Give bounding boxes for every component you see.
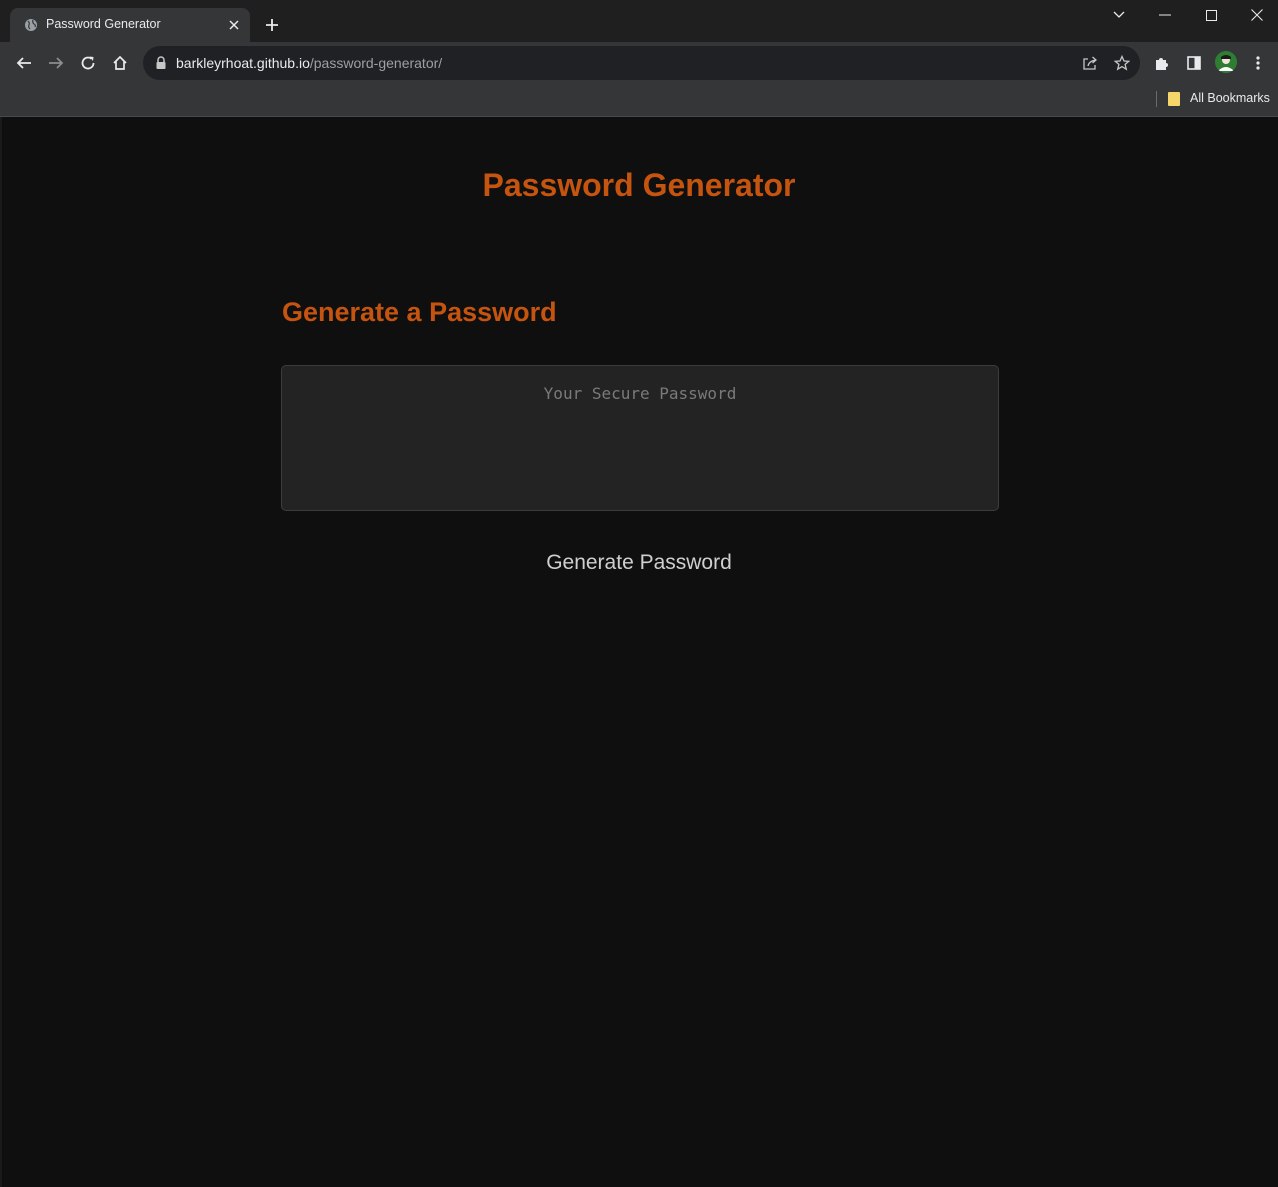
side-panel-icon[interactable] bbox=[1184, 53, 1204, 73]
tab-strip: Password Generator bbox=[0, 0, 1278, 42]
generate-password-button[interactable]: Generate Password bbox=[0, 551, 1278, 575]
page-content: Password Generator Generate a Password G… bbox=[0, 117, 1278, 1187]
forward-arrow-icon[interactable] bbox=[44, 51, 68, 75]
bookmarks-bar: All Bookmarks bbox=[0, 84, 1278, 117]
globe-icon bbox=[24, 18, 38, 32]
browser-toolbar: barkleyrhoat.github.io/password-generato… bbox=[0, 42, 1278, 84]
back-arrow-icon[interactable] bbox=[12, 51, 36, 75]
card-heading: Generate a Password bbox=[282, 297, 557, 327]
tab-search-chevron-down-icon[interactable] bbox=[1104, 4, 1134, 26]
share-icon[interactable] bbox=[1081, 54, 1099, 72]
address-bar[interactable]: barkleyrhoat.github.io/password-generato… bbox=[143, 46, 1140, 80]
extensions-puzzle-icon[interactable] bbox=[1152, 53, 1172, 73]
profile-avatar[interactable] bbox=[1215, 51, 1237, 73]
tab-password-generator[interactable]: Password Generator bbox=[10, 8, 250, 42]
close-window-icon[interactable] bbox=[1242, 4, 1272, 26]
browser-menu-icon[interactable] bbox=[1248, 53, 1268, 73]
minimize-icon[interactable] bbox=[1150, 4, 1180, 26]
window-left-edge bbox=[0, 117, 2, 1187]
browser-window: Password Generator barkleyrhoat.github.i… bbox=[0, 0, 1278, 1187]
new-tab-plus-icon[interactable] bbox=[262, 15, 282, 35]
generate-button-label: Generate Password bbox=[546, 551, 732, 574]
url-text[interactable]: barkleyrhoat.github.io/password-generato… bbox=[176, 55, 442, 71]
bookmarks-separator bbox=[1156, 91, 1157, 107]
close-tab-icon[interactable] bbox=[226, 17, 242, 33]
bookmark-star-icon[interactable] bbox=[1113, 54, 1131, 72]
password-output-textarea[interactable] bbox=[281, 365, 999, 511]
maximize-icon[interactable] bbox=[1196, 4, 1226, 26]
page-title: Password Generator bbox=[482, 167, 796, 203]
url-path: /password-generator/ bbox=[309, 55, 443, 71]
all-bookmarks-link[interactable]: All Bookmarks bbox=[1190, 91, 1270, 105]
tab-title: Password Generator bbox=[46, 17, 161, 31]
bookmark-folder-icon[interactable] bbox=[1168, 92, 1180, 106]
reload-icon[interactable] bbox=[76, 51, 100, 75]
home-icon[interactable] bbox=[108, 51, 132, 75]
url-host: barkleyrhoat.github.io bbox=[176, 55, 310, 71]
lock-icon[interactable] bbox=[155, 56, 167, 70]
